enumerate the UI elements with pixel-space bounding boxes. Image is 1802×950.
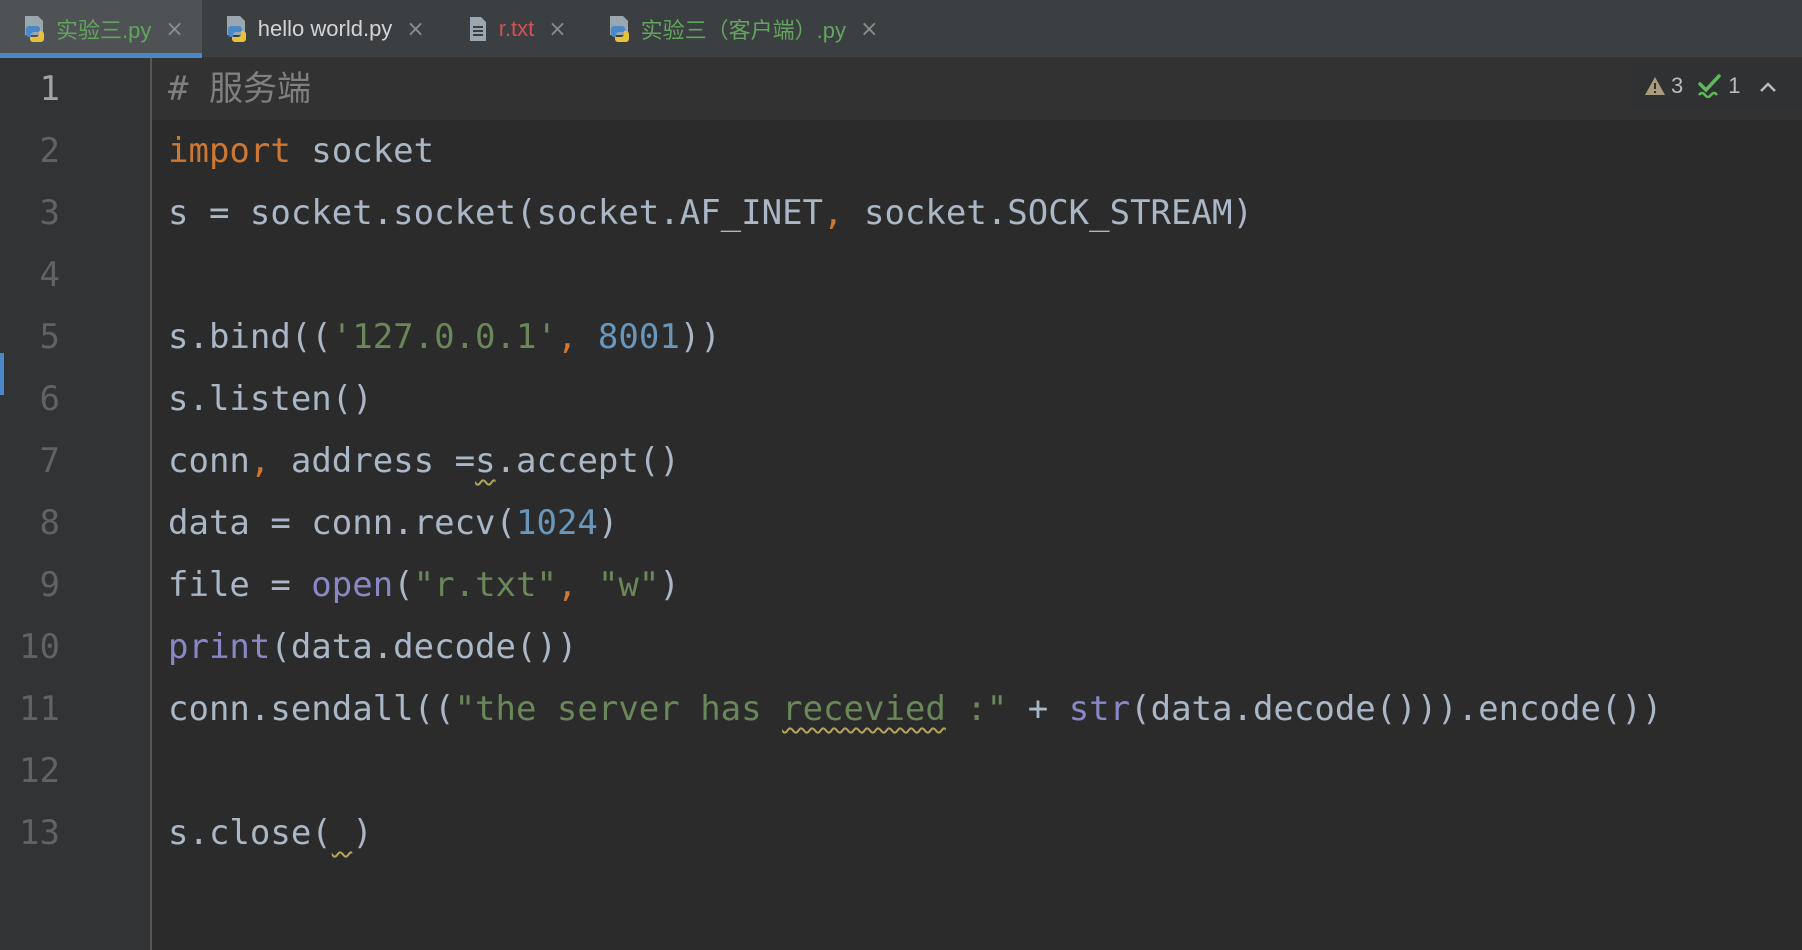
- weak-warnings-count: 1: [1728, 73, 1741, 98]
- code-token: +: [1007, 689, 1069, 729]
- check-squiggle-icon: [1698, 74, 1721, 98]
- code-token: :": [945, 689, 1008, 729]
- text-file-icon: [469, 17, 486, 41]
- editor-tab[interactable]: 实验三（客户端）.py ×: [585, 0, 897, 58]
- line-number: 10: [19, 627, 60, 667]
- close-icon[interactable]: ×: [165, 17, 183, 42]
- code-line[interactable]: s.listen(): [168, 368, 1798, 430]
- code-token: )): [679, 317, 721, 357]
- python-file-icon: [609, 16, 629, 42]
- code-token: ,: [249, 441, 271, 481]
- code-token: socket: [290, 131, 435, 171]
- code-token: "r.txt": [413, 565, 557, 605]
- code-token: s.close(: [168, 813, 332, 853]
- code-token: socket.SOCK_STREAM): [843, 193, 1253, 233]
- tab-label: 实验三.py: [56, 18, 152, 43]
- line-number: 1: [39, 69, 60, 109]
- code-token: data = conn.recv(: [168, 503, 516, 543]
- code-token: # 服务端: [168, 69, 311, 109]
- code-token: open: [311, 565, 394, 605]
- close-icon[interactable]: ×: [548, 17, 566, 42]
- code-token: 8001: [597, 317, 680, 357]
- close-icon[interactable]: ×: [406, 17, 424, 42]
- code-token: (data.decode()): [270, 627, 578, 667]
- line-number-gutter[interactable]: 1 2 3 4 5 6 7 8 9 10 11 12 13: [0, 58, 152, 950]
- code-line[interactable]: s.close( ): [168, 802, 1798, 864]
- line-number: 9: [39, 565, 60, 605]
- line-number: 2: [39, 131, 60, 171]
- line-number: 5: [39, 317, 60, 357]
- close-icon[interactable]: ×: [860, 17, 878, 42]
- warning-triangle-icon: [1645, 77, 1665, 95]
- tab-label: 实验三（客户端）.py: [640, 18, 846, 43]
- code-token: ): [597, 503, 619, 543]
- code-token-with-warning: recevied: [782, 689, 946, 729]
- code-token: address =: [270, 441, 476, 481]
- editor-tab[interactable]: hello world.py ×: [202, 0, 443, 58]
- code-token: import: [168, 131, 291, 171]
- code-token: print: [168, 627, 271, 667]
- code-token-with-warning: s: [475, 441, 496, 481]
- code-token: s.bind((: [168, 317, 332, 357]
- code-token: ,: [823, 193, 844, 233]
- ide-window: 实验三.py × hello world.py × r.txt × 实验三（客户端）.py ×…: [0, 0, 1802, 950]
- code-line[interactable]: s.bind(('127.0.0.1', 8001)): [168, 306, 1798, 368]
- code-token: conn.sendall((: [168, 689, 455, 729]
- code-line[interactable]: # 服务端: [168, 58, 1798, 120]
- code-token: str: [1068, 689, 1131, 729]
- line-number: 4: [39, 255, 60, 295]
- code-line[interactable]: conn, address =s.accept(): [168, 430, 1798, 492]
- line-number: 3: [39, 193, 60, 233]
- warnings-indicator[interactable]: 3: [1644, 73, 1683, 99]
- code-line[interactable]: data = conn.recv(1024): [168, 492, 1798, 554]
- line-number: 11: [19, 689, 60, 729]
- code-editor[interactable]: # 服务端 import socket s = socket.socket(sock…: [168, 58, 1798, 864]
- python-file-icon: [226, 16, 246, 42]
- code-token-with-warning: [332, 813, 352, 853]
- code-line[interactable]: s = socket.socket(socket.AF_INET, socket…: [168, 182, 1798, 244]
- code-token: s = socket.socket(socket.AF_INET: [168, 193, 824, 233]
- warnings-count: 3: [1671, 73, 1684, 98]
- python-file-icon: [25, 16, 44, 42]
- code-token: (: [393, 565, 414, 605]
- code-line[interactable]: print(data.decode()): [168, 616, 1798, 678]
- code-line[interactable]: ​: [168, 244, 1798, 306]
- editor-tab[interactable]: r.txt ×: [443, 0, 585, 58]
- line-number: 13: [19, 813, 60, 853]
- code-token: conn: [168, 441, 250, 481]
- tab-label: hello world.py: [257, 16, 393, 41]
- line-number: 12: [19, 751, 60, 791]
- weak-warnings-indicator[interactable]: 1: [1697, 73, 1741, 99]
- code-token: s.listen(): [168, 379, 373, 419]
- tab-label: r.txt: [498, 16, 535, 41]
- code-token: "w": [597, 565, 660, 605]
- code-line[interactable]: import socket: [168, 120, 1798, 182]
- code-token: ,: [556, 317, 578, 357]
- code-token: ): [352, 813, 373, 853]
- code-token: (data.decode())).encode()): [1130, 689, 1663, 729]
- code-token: .accept(): [495, 441, 680, 481]
- code-token: file =: [168, 565, 312, 605]
- code-token: ,: [556, 565, 578, 605]
- chevron-up-icon[interactable]: [1759, 73, 1777, 99]
- code-token: "the server has: [454, 689, 783, 729]
- line-number: 6: [39, 379, 60, 419]
- code-token: ): [659, 565, 680, 605]
- line-number: 8: [39, 503, 60, 543]
- code-line[interactable]: ​: [168, 740, 1798, 802]
- code-line[interactable]: conn.sendall(("the server has recevied :…: [168, 678, 1798, 740]
- code-token: '127.0.0.1': [331, 317, 557, 357]
- code-line[interactable]: file = open("r.txt", "w"): [168, 554, 1798, 616]
- line-number: 7: [39, 441, 60, 481]
- inspections-widget[interactable]: 3 1: [1630, 63, 1802, 109]
- editor-tab-bar: 实验三.py × hello world.py × r.txt × 实验三（客户端）.py ×: [0, 0, 1802, 58]
- editor-tab[interactable]: 实验三.py ×: [0, 0, 202, 58]
- code-token: 1024: [516, 503, 598, 543]
